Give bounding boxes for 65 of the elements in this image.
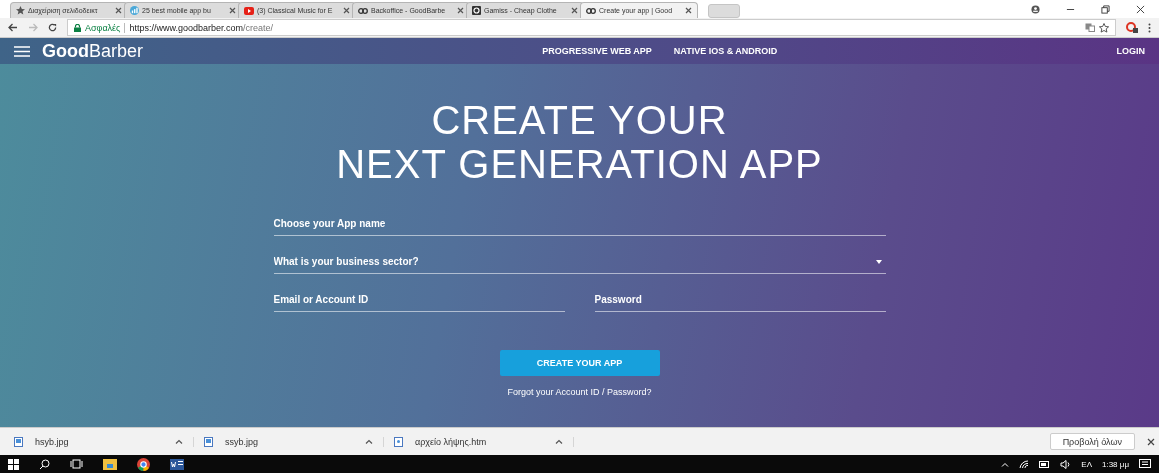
image-file-icon bbox=[204, 436, 213, 447]
image-file-icon bbox=[14, 436, 23, 447]
file-name: hsyb.jpg bbox=[35, 436, 70, 447]
rings-icon bbox=[358, 6, 368, 15]
folder-icon[interactable] bbox=[103, 458, 117, 470]
word-icon[interactable] bbox=[170, 458, 184, 470]
windows-icon[interactable] bbox=[8, 458, 19, 470]
close-icon[interactable] bbox=[571, 7, 578, 14]
battery-icon[interactable] bbox=[1039, 460, 1051, 468]
input-field[interactable]: Password bbox=[594, 288, 886, 312]
download-item[interactable]: ssyb.jpg bbox=[194, 436, 384, 447]
select-field[interactable]: What is your business sector? bbox=[273, 250, 886, 274]
browser-icon[interactable] bbox=[137, 457, 150, 471]
clock-time[interactable]: 1:38 μμ bbox=[1102, 459, 1129, 469]
close-icon[interactable] bbox=[457, 7, 464, 14]
play-icon bbox=[244, 6, 254, 15]
star-icon bbox=[16, 6, 25, 15]
notification-icon[interactable] bbox=[1139, 458, 1151, 470]
page-heading: CREATE YOUR bbox=[431, 98, 728, 142]
close-icon[interactable] bbox=[229, 7, 236, 14]
chart-icon bbox=[130, 6, 139, 15]
reload-icon[interactable] bbox=[48, 23, 57, 32]
login-link[interactable]: LOGIN bbox=[1116, 46, 1145, 56]
lock-icon bbox=[74, 23, 81, 32]
download-item[interactable]: αρχείο λήψης.htm bbox=[384, 436, 574, 447]
chevron-up-icon[interactable] bbox=[1001, 461, 1010, 467]
address-bar[interactable]: Ασφαλές https://www.goodbarber.com/create/ bbox=[67, 19, 1116, 36]
close-icon[interactable] bbox=[343, 7, 350, 14]
nav-link[interactable]: PROGRESSIVE WEB APP bbox=[542, 46, 652, 56]
speaker-icon[interactable] bbox=[1060, 459, 1072, 469]
star-icon[interactable] bbox=[1099, 22, 1109, 33]
square-icon bbox=[472, 6, 481, 15]
close-icon[interactable] bbox=[115, 7, 122, 14]
rings-icon bbox=[586, 6, 596, 15]
url-text: https://www.goodbarber.com/create/ bbox=[129, 22, 274, 33]
menu-icon[interactable] bbox=[14, 45, 30, 57]
extension-icon[interactable] bbox=[1126, 22, 1138, 33]
nav-link[interactable]: NATIVE IOS & ANDROID bbox=[673, 46, 778, 56]
translate-icon[interactable] bbox=[1085, 23, 1095, 32]
language-indicator[interactable]: ΕΛ bbox=[1081, 459, 1092, 469]
dropdown-caret-icon bbox=[875, 260, 882, 264]
profile-icon[interactable] bbox=[1031, 5, 1040, 14]
input-field[interactable]: Email or Account ID bbox=[273, 288, 565, 312]
restore-icon[interactable] bbox=[1101, 5, 1110, 14]
close-icon[interactable] bbox=[1136, 5, 1145, 14]
caret-icon[interactable] bbox=[555, 439, 563, 444]
menu-icon[interactable] bbox=[1148, 22, 1151, 33]
secure-label: Ασφαλές bbox=[85, 22, 121, 33]
search-icon[interactable] bbox=[39, 458, 50, 470]
wifi-icon[interactable] bbox=[1019, 459, 1030, 469]
back-icon[interactable] bbox=[8, 23, 18, 32]
file-name: ssyb.jpg bbox=[225, 436, 260, 447]
show-all-button[interactable]: Προβολή όλων bbox=[1049, 433, 1135, 450]
input-field[interactable]: Choose your App name bbox=[273, 212, 886, 236]
caret-icon[interactable] bbox=[365, 439, 373, 444]
task-view-icon[interactable] bbox=[70, 459, 83, 469]
file-icon bbox=[394, 436, 403, 447]
download-item[interactable]: hsyb.jpg bbox=[4, 436, 194, 447]
file-name: αρχείο λήψης.htm bbox=[415, 436, 488, 447]
close-icon[interactable] bbox=[685, 7, 692, 14]
logo: GoodBarber bbox=[42, 40, 144, 62]
forgot-link[interactable]: Forgot your Account ID / Password? bbox=[507, 387, 652, 397]
caret-icon[interactable] bbox=[175, 439, 183, 444]
close-icon[interactable] bbox=[1147, 437, 1155, 446]
page-heading: NEXT GENERATION APP bbox=[336, 142, 823, 186]
